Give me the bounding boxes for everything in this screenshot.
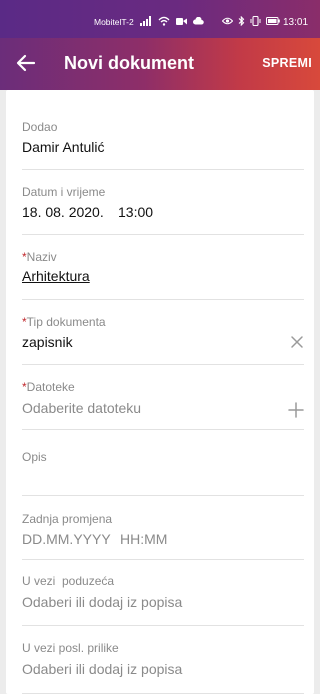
last-change-time[interactable]: HH:MM	[120, 531, 167, 547]
document-form: Dodao Damir Antulić Datum i vrijeme 18. …	[6, 90, 314, 694]
name-field[interactable]: *Naziv Arhitektura	[22, 235, 304, 300]
save-button[interactable]: SPREMI	[262, 56, 312, 70]
date-value[interactable]: 18. 08. 2020.	[22, 204, 104, 220]
opportunity-field[interactable]: U vezi posl. prilike Odaberi ili dodaj i…	[22, 626, 304, 694]
vibrate-icon	[250, 16, 261, 26]
datetime-label: Datum i vrijeme	[22, 185, 106, 199]
opportunity-label: U vezi posl. prilike	[22, 641, 119, 655]
status-bar: MobitelT-2 13:01	[0, 0, 320, 38]
clock: 13:01	[283, 17, 309, 28]
time-value[interactable]: 13:00	[118, 204, 153, 220]
description-field[interactable]: Opis	[22, 430, 304, 496]
last-change-field[interactable]: Zadnja promjena DD.MM.YYYY HH:MM	[22, 496, 304, 560]
files-label-text: Datoteke	[26, 380, 75, 394]
files-placeholder[interactable]: Odaberite datoteku	[22, 400, 141, 416]
arrow-left-icon[interactable]	[15, 52, 37, 74]
opportunity-select[interactable]: Odaberi ili dodaj iz popisa	[22, 661, 182, 677]
doc-type-label: *Tip dokumenta	[22, 315, 106, 329]
files-label: *Datoteke	[22, 380, 75, 394]
app-bar: Novi dokument SPREMI	[0, 38, 320, 90]
doc-type-value[interactable]: zapisnik	[22, 334, 73, 350]
last-change-date[interactable]: DD.MM.YYYY	[22, 531, 111, 547]
video-icon	[176, 17, 187, 25]
company-select[interactable]: Odaberi ili dodaj iz popisa	[22, 594, 182, 610]
added-by-label: Dodao	[22, 120, 58, 134]
clear-icon[interactable]	[290, 335, 304, 349]
datetime-field[interactable]: Datum i vrijeme 18. 08. 2020. 13:00	[22, 170, 304, 235]
name-label: *Naziv	[22, 250, 57, 264]
cloud-icon	[193, 17, 204, 25]
signal-icon	[140, 16, 151, 26]
wifi-icon	[158, 16, 170, 26]
battery-icon	[266, 17, 280, 25]
description-label: Opis	[22, 450, 47, 464]
doc-type-label-text: Tip dokumenta	[26, 315, 106, 329]
eye-icon	[222, 17, 233, 25]
plus-icon[interactable]	[288, 402, 304, 418]
carrier-label: MobitelT-2	[94, 17, 134, 27]
last-change-label: Zadnja promjena	[22, 512, 113, 526]
bluetooth-icon	[238, 16, 245, 26]
name-label-text: Naziv	[26, 250, 57, 264]
company-field[interactable]: U vezi poduzeća Odaberi ili dodaj iz pop…	[22, 560, 304, 626]
page-title: Novi dokument	[64, 53, 195, 73]
added-by-field: Dodao Damir Antulić	[22, 108, 304, 170]
company-label: U vezi poduzeća	[22, 574, 115, 588]
files-field[interactable]: *Datoteke Odaberite datoteku	[22, 365, 304, 430]
added-by-value: Damir Antulić	[22, 139, 105, 155]
name-input[interactable]: Arhitektura	[22, 268, 90, 284]
doc-type-field[interactable]: *Tip dokumenta zapisnik	[22, 300, 304, 365]
